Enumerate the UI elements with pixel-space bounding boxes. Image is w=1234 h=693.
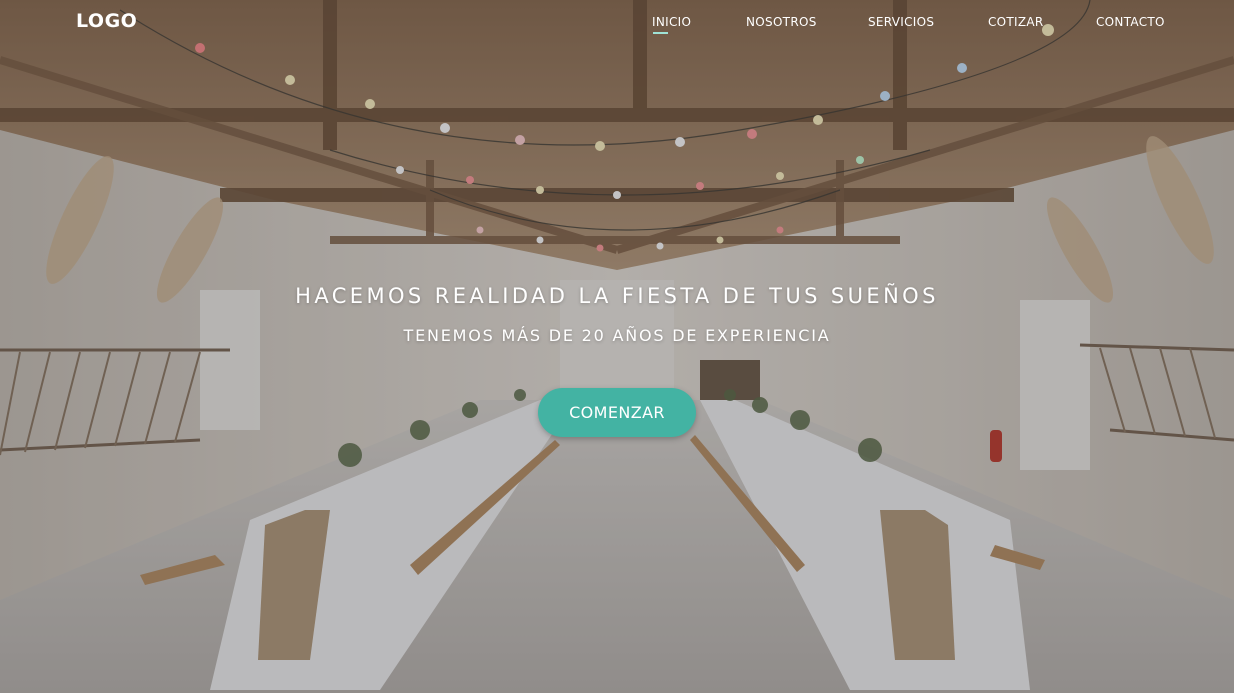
- hero-headline: HACEMOS REALIDAD LA FIESTA DE TUS SUEÑOS: [295, 284, 939, 308]
- main-menu: INICIO NOSOTROS SERVICIOS COTIZAR CONTAC…: [0, 15, 1234, 39]
- nav-item-contacto[interactable]: CONTACTO: [1096, 15, 1165, 29]
- nav-item-inicio[interactable]: INICIO: [652, 15, 691, 34]
- nav-item-nosotros[interactable]: NOSOTROS: [746, 15, 817, 29]
- nav-item-servicios[interactable]: SERVICIOS: [868, 15, 934, 29]
- comenzar-button[interactable]: COMENZAR: [538, 388, 696, 437]
- top-navigation: LOGO INICIO NOSOTROS SERVICIOS COTIZAR C…: [0, 0, 1234, 48]
- hero-subheadline: TENEMOS MÁS DE 20 AÑOS DE EXPERIENCIA: [403, 326, 831, 345]
- hero-dark-overlay: [0, 0, 1234, 693]
- nav-item-cotizar[interactable]: COTIZAR: [988, 15, 1044, 29]
